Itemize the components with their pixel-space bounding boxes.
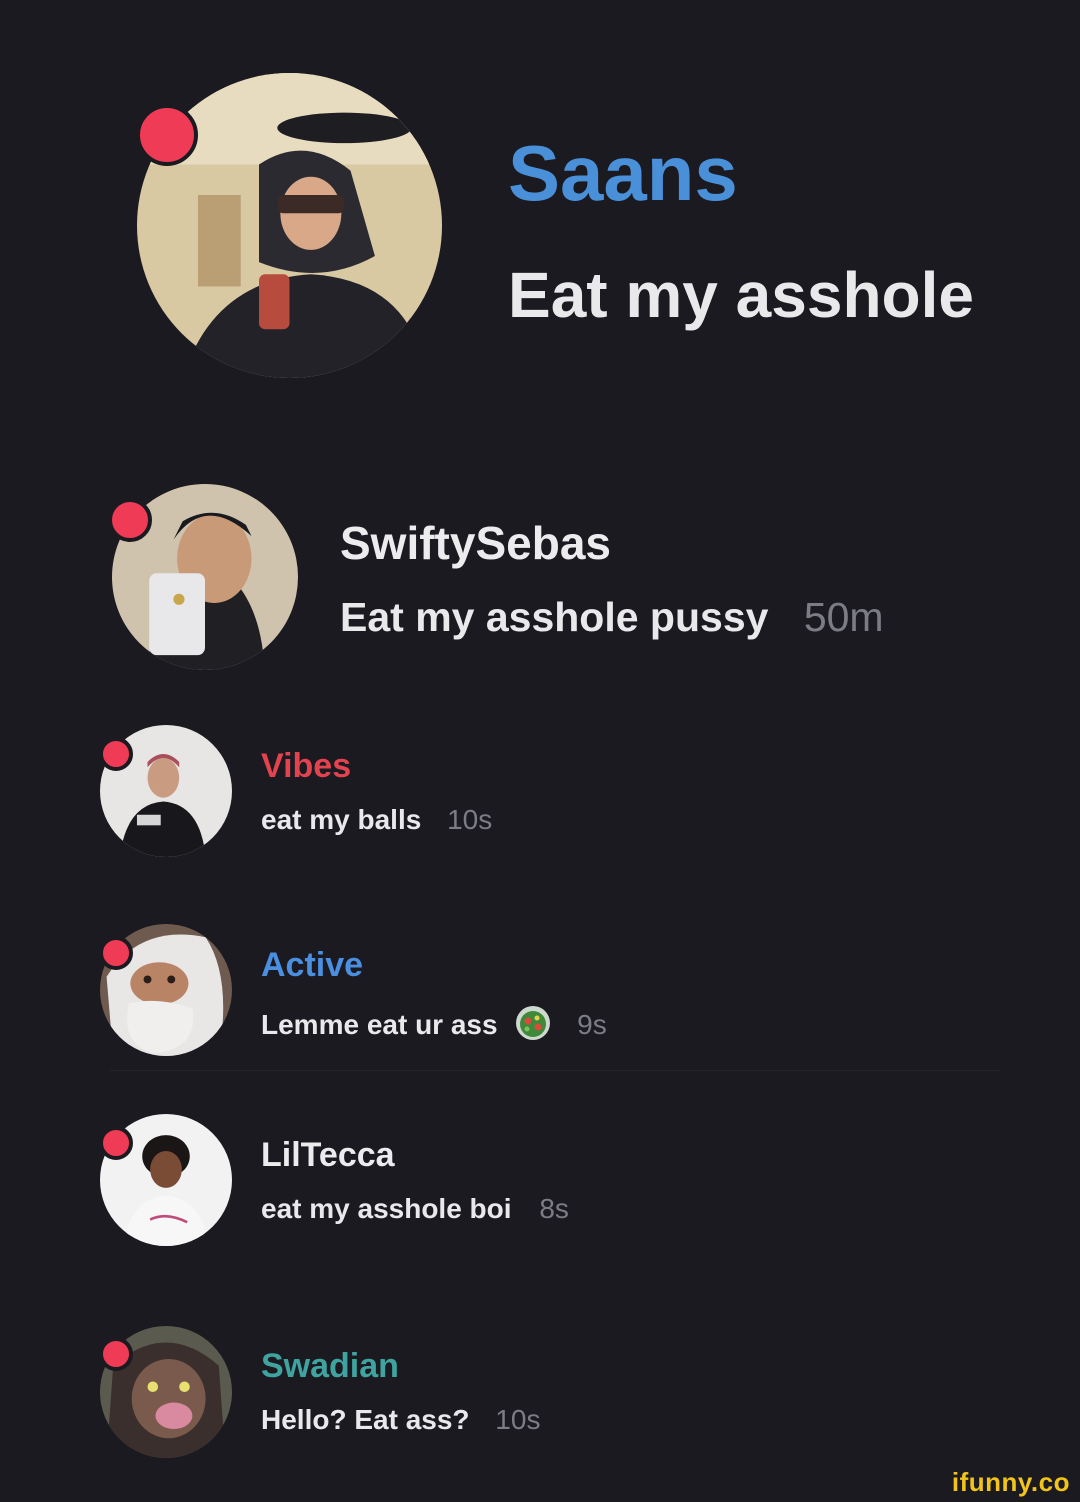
timestamp: 10s (447, 804, 493, 835)
message-text: eat my balls (261, 804, 422, 835)
message-text: Lemme eat ur ass (261, 1008, 498, 1040)
chat-row-vibes[interactable]: Vibes eat my balls 10s (0, 700, 1080, 890)
contact-name: Active (261, 946, 364, 984)
contact-name: SwiftySebas (340, 517, 611, 569)
timestamp: 9s (577, 1008, 607, 1040)
chat-row-active[interactable]: Active Lemme eat ur ass 9s (0, 900, 1080, 1070)
message-preview: Lemme eat ur ass 9s (261, 1003, 607, 1050)
contact-name: LilTecca (261, 1136, 395, 1174)
unread-indicator (136, 104, 198, 166)
message-text: Eat my asshole pussy (340, 594, 769, 640)
unread-indicator (99, 737, 133, 771)
salad-icon (513, 1003, 553, 1050)
contact-name: Vibes (261, 747, 352, 785)
timestamp: 50m (803, 594, 884, 640)
message-preview: eat my asshole boi 8s (261, 1193, 569, 1225)
message-text: Eat my asshole (508, 259, 974, 331)
timestamp: 10s (495, 1404, 541, 1435)
unread-indicator (99, 1337, 133, 1371)
chat-row-liltecca[interactable]: LilTecca eat my asshole boi 8s (0, 1090, 1080, 1280)
contact-name: Saans (508, 129, 738, 217)
chat-row-swiftysebas[interactable]: SwiftySebas Eat my asshole pussy 50m (0, 440, 1080, 690)
chat-row-swadian[interactable]: Swadian Hello? Eat ass? 10s (0, 1300, 1080, 1490)
timestamp: 8s (539, 1193, 569, 1224)
message-text: Hello? Eat ass? (261, 1404, 470, 1435)
chat-row-saans[interactable]: Saans Eat my asshole (0, 0, 1080, 420)
divider (110, 1070, 1000, 1071)
message-preview: Eat my asshole (508, 258, 974, 332)
contact-name: Swadian (261, 1347, 399, 1385)
message-preview: Hello? Eat ass? 10s (261, 1404, 540, 1436)
message-preview: eat my balls 10s (261, 804, 492, 836)
watermark: ifunny.co (951, 1467, 1070, 1497)
unread-indicator (99, 936, 133, 970)
unread-indicator (108, 498, 152, 542)
message-preview: Eat my asshole pussy 50m (340, 594, 884, 641)
unread-indicator (99, 1126, 133, 1160)
message-text: eat my asshole boi (261, 1193, 512, 1224)
